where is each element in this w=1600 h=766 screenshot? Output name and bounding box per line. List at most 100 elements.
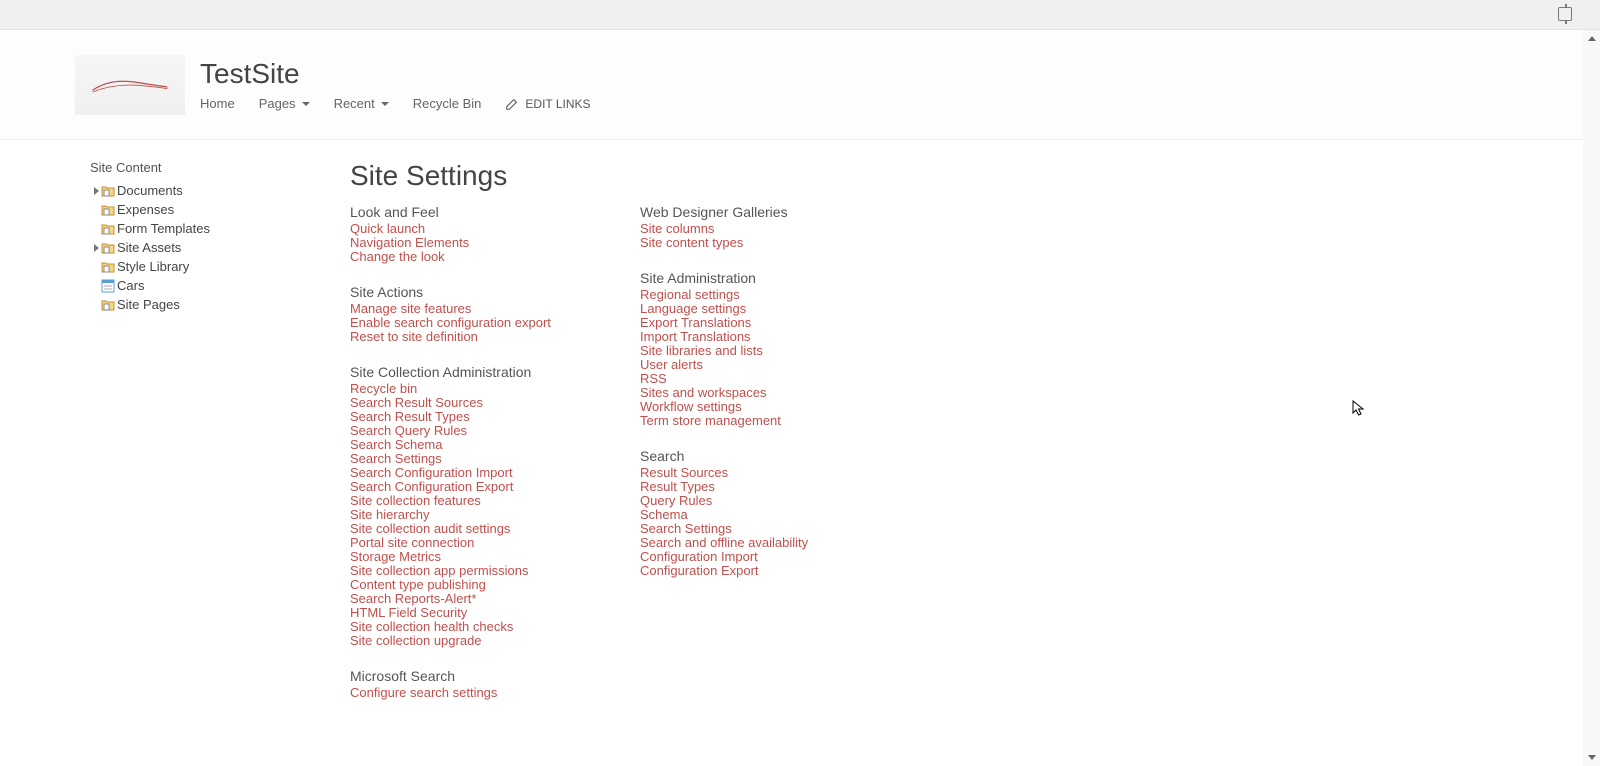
tree-item-documents[interactable]: Documents (90, 181, 320, 200)
settings-link[interactable]: Search and offline availability (640, 536, 890, 550)
tree-item-style-library[interactable]: Style Library (90, 257, 320, 276)
settings-category: Search Result SourcesResult TypesQuery Ru… (640, 448, 890, 578)
site-title[interactable]: TestSite (200, 58, 591, 90)
settings-link[interactable]: Site collection app permissions (350, 564, 600, 578)
tree-item-expenses[interactable]: Expenses (90, 200, 320, 219)
settings-link[interactable]: Site collection features (350, 494, 600, 508)
settings-link[interactable]: User alerts (640, 358, 890, 372)
settings-link[interactable]: Schema (640, 508, 890, 522)
tree-item-site-pages[interactable]: Site Pages (90, 295, 320, 314)
category-header: Microsoft Search (350, 668, 600, 684)
tree-expander-icon[interactable] (94, 187, 99, 195)
category-header: Site Actions (350, 284, 600, 300)
settings-link[interactable]: Result Types (640, 480, 890, 494)
settings-link[interactable]: Search Result Sources (350, 396, 600, 410)
edit-links-label: EDIT LINKS (525, 97, 590, 111)
tree-item-site-assets[interactable]: Site Assets (90, 238, 320, 257)
settings-col-a: Look and Feel Quick launchNavigation Elem… (350, 204, 600, 720)
tree-expander-icon[interactable] (94, 244, 99, 252)
settings-link[interactable]: Language settings (640, 302, 890, 316)
nav-recent[interactable]: Recent (334, 96, 389, 111)
category-header: Look and Feel (350, 204, 600, 220)
tree-item-label: Form Templates (117, 221, 210, 236)
settings-link[interactable]: Search Settings (350, 452, 600, 466)
settings-link[interactable]: Portal site connection (350, 536, 600, 550)
page-title: Site Settings (350, 160, 1600, 192)
pencil-icon (505, 97, 519, 111)
settings-link[interactable]: Navigation Elements (350, 236, 600, 250)
tree-item-label: Style Library (117, 259, 189, 274)
focus-on-content-icon[interactable] (1558, 7, 1572, 21)
tree-item-label: Documents (117, 183, 183, 198)
doclib-icon (101, 241, 115, 255)
settings-link[interactable]: Site collection health checks (350, 620, 600, 634)
nav-home[interactable]: Home (200, 96, 235, 111)
settings-link[interactable]: Site collection upgrade (350, 634, 600, 648)
site-header: TestSite Home Pages Recent Recycle Bin E… (0, 30, 1600, 140)
settings-link[interactable]: Site content types (640, 236, 890, 250)
settings-link[interactable]: Result Sources (640, 466, 890, 480)
doclib-icon (101, 203, 115, 217)
top-nav: Home Pages Recent Recycle Bin EDIT LINKS (200, 96, 591, 111)
settings-link[interactable]: Term store management (640, 414, 890, 428)
settings-link[interactable]: Search Schema (350, 438, 600, 452)
tree-item-label: Cars (117, 278, 144, 293)
settings-link[interactable]: Search Configuration Import (350, 466, 600, 480)
list-icon (101, 279, 115, 293)
tree-item-cars[interactable]: Cars (90, 276, 320, 295)
settings-link[interactable]: Search Settings (640, 522, 890, 536)
settings-link[interactable]: Content type publishing (350, 578, 600, 592)
settings-link[interactable]: Manage site features (350, 302, 600, 316)
settings-link[interactable]: Sites and workspaces (640, 386, 890, 400)
nav-label: Recycle Bin (413, 96, 482, 111)
settings-category: Microsoft Search Configure search setting… (350, 668, 600, 700)
chevron-down-icon (381, 102, 389, 106)
settings-link[interactable]: Export Translations (640, 316, 890, 330)
settings-link[interactable]: Storage Metrics (350, 550, 600, 564)
settings-link[interactable]: Enable search configuration export (350, 316, 600, 330)
nav-label: Home (200, 96, 235, 111)
main-content: Site Settings Look and Feel Quick launchN… (320, 160, 1600, 720)
settings-link[interactable]: Configuration Import (640, 550, 890, 564)
site-logo[interactable] (75, 55, 185, 115)
category-header: Site Administration (640, 270, 890, 286)
settings-link[interactable]: RSS (640, 372, 890, 386)
settings-link[interactable]: HTML Field Security (350, 606, 600, 620)
settings-link[interactable]: Quick launch (350, 222, 600, 236)
settings-link[interactable]: Configure search settings (350, 686, 600, 700)
settings-link[interactable]: Configuration Export (640, 564, 890, 578)
settings-link[interactable]: Site hierarchy (350, 508, 600, 522)
settings-link[interactable]: Site libraries and lists (640, 344, 890, 358)
settings-link[interactable]: Search Query Rules (350, 424, 600, 438)
nav-label: Recent (334, 96, 375, 111)
tree-item-form-templates[interactable]: Form Templates (90, 219, 320, 238)
settings-link[interactable]: Site columns (640, 222, 890, 236)
settings-link[interactable]: Import Translations (640, 330, 890, 344)
scroll-down-icon[interactable] (1583, 749, 1600, 766)
vertical-scrollbar[interactable] (1583, 30, 1600, 766)
doclib-icon (101, 260, 115, 274)
settings-link[interactable]: Search Reports-Alert* (350, 592, 600, 606)
settings-link[interactable]: Reset to site definition (350, 330, 600, 344)
category-header: Search (640, 448, 890, 464)
edit-links-button[interactable]: EDIT LINKS (505, 97, 590, 111)
category-header: Site Collection Administration (350, 364, 600, 380)
doclib-icon (101, 298, 115, 312)
scroll-up-icon[interactable] (1583, 30, 1600, 47)
nav-recycle-bin[interactable]: Recycle Bin (413, 96, 482, 111)
settings-category: Look and Feel Quick launchNavigation Elem… (350, 204, 600, 264)
settings-col-b: Web Designer GalleriesSite columnsSite c… (640, 204, 890, 720)
settings-category: Site Collection Administration Recycle bi… (350, 364, 600, 648)
nav-pages[interactable]: Pages (259, 96, 310, 111)
doclib-icon (101, 222, 115, 236)
settings-link[interactable]: Query Rules (640, 494, 890, 508)
settings-link[interactable]: Workflow settings (640, 400, 890, 414)
settings-link[interactable]: Regional settings (640, 288, 890, 302)
settings-link[interactable]: Recycle bin (350, 382, 600, 396)
tree-item-label: Site Pages (117, 297, 180, 312)
settings-link[interactable]: Search Result Types (350, 410, 600, 424)
settings-category: Site Administration Regional settingsLang… (640, 270, 890, 428)
settings-link[interactable]: Site collection audit settings (350, 522, 600, 536)
settings-link[interactable]: Search Configuration Export (350, 480, 600, 494)
settings-link[interactable]: Change the look (350, 250, 600, 264)
